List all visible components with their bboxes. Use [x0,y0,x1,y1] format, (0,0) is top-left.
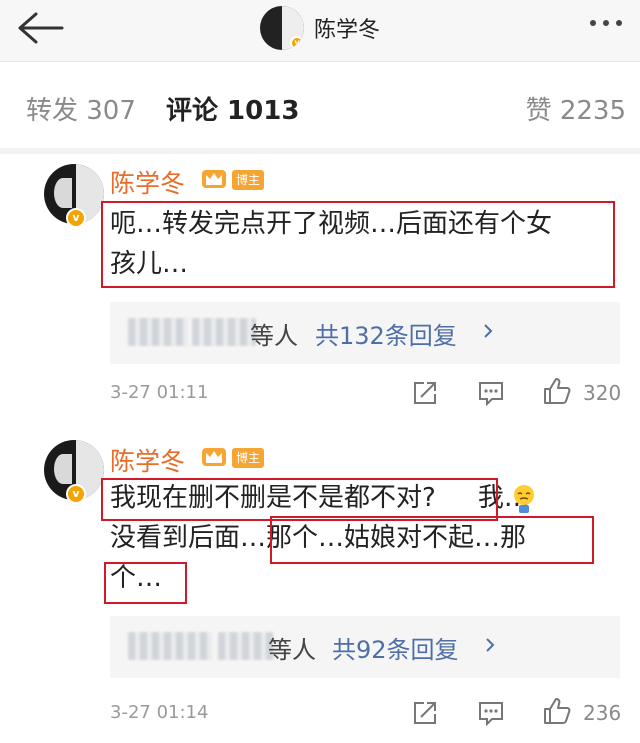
highlight-box [104,562,187,604]
highlight-box [101,478,498,521]
like-icon[interactable] [542,696,572,726]
comment-icon[interactable] [476,378,506,408]
more-options-icon[interactable] [590,16,624,30]
crying-emoji-icon [514,485,534,513]
verified-badge-icon: v [66,484,86,504]
avatar[interactable]: v [22,440,104,506]
comment-author[interactable]: 陈学冬 [110,164,185,200]
host-tag: 博主 [232,170,264,190]
like-count: 236 [583,701,622,725]
tab-bar: 转发 307 评论 1013 赞 2235 [0,64,640,148]
like-icon[interactable] [542,376,572,406]
tab-likes[interactable]: 赞 2235 [526,90,626,127]
reply-count-link[interactable]: 共132条回复 [315,316,457,351]
timestamp: 3-27 01:11 [110,382,209,403]
comment-icon[interactable] [476,698,506,728]
reply-preview[interactable]: 等人 共132条回复 [110,302,620,364]
verified-badge-icon: v [66,208,86,228]
crown-icon [202,448,226,466]
tab-comments[interactable]: 评论 1013 [166,90,299,127]
top-bar: v 陈学冬 [0,0,640,62]
comment-item: v 陈学冬 博主 我现在删不删是不是都不对? 我… 没看到后面…那个…姑娘对不起…… [0,430,640,743]
reply-count-link[interactable]: 共92条回复 [332,630,459,665]
verified-badge-icon: v [290,36,304,50]
title-area[interactable]: v 陈学冬 [260,4,380,52]
avatar[interactable]: v [260,6,304,50]
share-icon[interactable] [410,698,440,728]
crown-icon [202,170,226,188]
comment-author[interactable]: 陈学冬 [110,442,185,478]
comment-item: v 陈学冬 博主 呃…转发完点开了视频…后面还有个女 孩儿… 等人 共132条回… [0,154,640,424]
host-tag: 博主 [232,448,264,468]
timestamp: 3-27 01:14 [110,702,209,723]
reply-preview[interactable]: 等人 共92条回复 [110,616,620,678]
chevron-right-icon [484,324,493,338]
back-arrow-icon[interactable] [14,8,66,48]
like-count: 320 [583,381,622,405]
page-title: 陈学冬 [314,18,381,43]
highlight-box [101,201,615,288]
chevron-right-icon [486,638,495,652]
avatar[interactable]: v [22,164,104,230]
share-icon[interactable] [410,378,440,408]
tab-repost[interactable]: 转发 307 [26,90,136,127]
highlight-box [270,516,594,564]
